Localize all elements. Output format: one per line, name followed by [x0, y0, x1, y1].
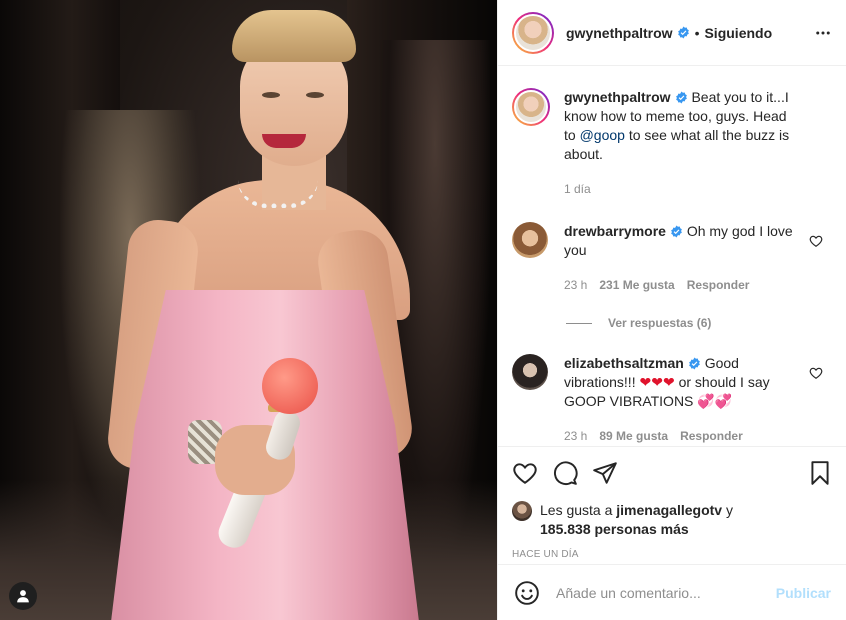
add-comment-bar: Publicar [498, 564, 846, 620]
red-hearts-emoji: ❤❤❤ [639, 374, 675, 390]
post-header: gwynethpaltrow • Siguiendo [498, 0, 846, 66]
like-heart-icon[interactable] [512, 460, 538, 486]
caption-mention-link[interactable]: @goop [580, 127, 625, 143]
share-paper-plane-icon[interactable] [592, 460, 618, 486]
comment-like-heart-icon[interactable] [809, 234, 823, 248]
comments-section[interactable]: gwynethpaltrow Beat you to it...I know h… [498, 66, 846, 446]
emoji-smiley-icon[interactable] [514, 580, 540, 606]
photo-subject-hair [232, 10, 356, 62]
likes-count-button[interactable]: 185.838 personas más [540, 521, 689, 537]
commenter-username[interactable]: elizabethsaltzman [564, 355, 684, 371]
caption-body: gwynethpaltrow Beat you to it...I know h… [564, 88, 794, 199]
comment-like-count[interactable]: 89 Me gusta [599, 427, 668, 446]
post-details-panel: gwynethpaltrow • Siguiendo gwynethpaltro… [497, 0, 846, 620]
post-caption: gwynethpaltrow Beat you to it...I know h… [512, 88, 831, 199]
verified-badge-icon [688, 357, 700, 370]
post-actions: Les gusta a jimenagallegotv y 185.838 pe… [498, 446, 846, 560]
caption-avatar-image [514, 90, 548, 124]
caption-meta: 1 día [564, 180, 794, 199]
caption-time[interactable]: 1 día [564, 180, 591, 199]
photo-subject-eye-left [262, 92, 280, 98]
reply-button[interactable]: Responder [687, 276, 750, 295]
view-replies-button[interactable]: Ver respuestas (6) [566, 316, 831, 330]
comment-like-heart-icon[interactable] [809, 366, 823, 380]
photo-subject-eye-right [306, 92, 324, 98]
author-username[interactable]: gwynethpaltrow [566, 25, 673, 41]
likes-prefix: Les gusta a [540, 502, 617, 518]
more-options-icon[interactable] [813, 24, 833, 42]
replies-divider-line [566, 322, 592, 324]
save-bookmark-icon[interactable] [807, 460, 833, 486]
reply-button[interactable]: Responder [680, 427, 743, 446]
header-names: gwynethpaltrow • Siguiendo [566, 25, 772, 41]
comment-meta: 23 h 89 Me gusta Responder [564, 427, 794, 446]
post-photo[interactable] [0, 0, 497, 620]
comment-item: elizabethsaltzman Good vibrations!!! ❤❤❤… [512, 354, 831, 446]
action-icon-row [512, 459, 833, 487]
user-icon [17, 590, 29, 603]
commenter-avatar[interactable] [512, 222, 548, 258]
caption-username[interactable]: gwynethpaltrow [564, 89, 671, 105]
likes-middle: y [722, 502, 733, 518]
comment-input[interactable] [556, 584, 756, 601]
comment-like-count[interactable]: 231 Me gusta [599, 276, 674, 295]
tagged-users-button[interactable] [9, 582, 37, 610]
likes-text: Les gusta a jimenagallegotv y 185.838 pe… [540, 501, 760, 539]
comment-item: drewbarrymore Oh my god I love you 23 h … [512, 222, 831, 295]
comment-body: drewbarrymore Oh my god I love you 23 h … [564, 222, 794, 295]
commenter-avatar[interactable] [512, 354, 548, 390]
publish-button[interactable]: Publicar [776, 585, 831, 601]
post-timestamp[interactable]: HACE UN DÍA [512, 549, 833, 560]
view-replies-label: Ver respuestas (6) [608, 316, 712, 330]
verified-badge-icon [675, 91, 687, 104]
comment-meta: 23 h 231 Me gusta Responder [564, 276, 794, 295]
author-avatar[interactable] [512, 11, 554, 54]
header-separator: • [694, 24, 700, 41]
caption-author-avatar[interactable] [512, 88, 550, 126]
comment-time[interactable]: 23 h [564, 276, 587, 295]
revolving-hearts-emoji: 💞💞 [697, 393, 733, 409]
liker-username[interactable]: jimenagallegotv [616, 502, 722, 518]
liker-avatar[interactable] [512, 501, 532, 521]
author-avatar-image [514, 13, 552, 52]
following-button[interactable]: Siguiendo [704, 25, 772, 41]
commenter-username[interactable]: drewbarrymore [564, 223, 666, 239]
comment-bubble-icon[interactable] [552, 460, 578, 486]
verified-badge-icon [677, 26, 689, 39]
comment-time[interactable]: 23 h [564, 427, 587, 446]
photo-wand-head [262, 358, 318, 414]
verified-badge-icon [671, 225, 682, 238]
likes-summary: Les gusta a jimenagallegotv y 185.838 pe… [512, 501, 833, 539]
comment-body: elizabethsaltzman Good vibrations!!! ❤❤❤… [564, 354, 794, 446]
